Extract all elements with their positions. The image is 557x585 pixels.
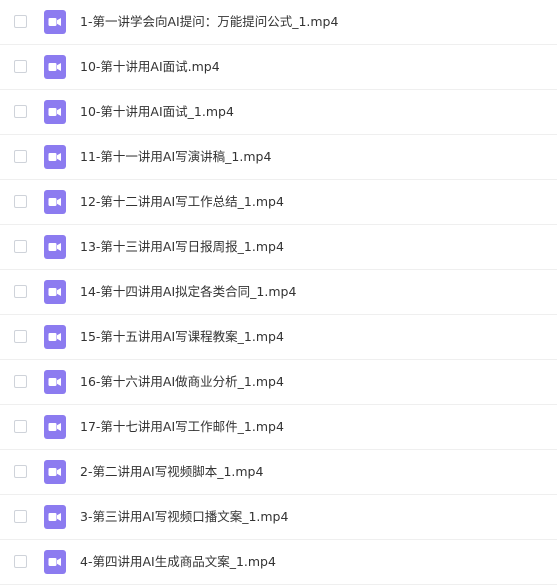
file-checkbox[interactable] xyxy=(14,15,27,28)
file-name[interactable]: 10-第十讲用AI面试.mp4 xyxy=(80,58,220,76)
file-name[interactable]: 14-第十四讲用AI拟定各类合同_1.mp4 xyxy=(80,283,296,301)
video-file-icon xyxy=(44,235,66,259)
file-name[interactable]: 4-第四讲用AI生成商品文案_1.mp4 xyxy=(80,553,276,571)
file-name[interactable]: 2-第二讲用AI写视频脚本_1.mp4 xyxy=(80,463,263,481)
file-checkbox[interactable] xyxy=(14,555,27,568)
file-row[interactable]: 12-第十二讲用AI写工作总结_1.mp4 xyxy=(0,180,557,225)
file-row[interactable]: 10-第十讲用AI面试.mp4 xyxy=(0,45,557,90)
file-name[interactable]: 16-第十六讲用AI做商业分析_1.mp4 xyxy=(80,373,284,391)
file-row[interactable]: 4-第四讲用AI生成商品文案_1.mp4 xyxy=(0,540,557,585)
video-file-icon xyxy=(44,550,66,574)
file-row[interactable]: 16-第十六讲用AI做商业分析_1.mp4 xyxy=(0,360,557,405)
file-name[interactable]: 12-第十二讲用AI写工作总结_1.mp4 xyxy=(80,193,284,211)
file-row[interactable]: 10-第十讲用AI面试_1.mp4 xyxy=(0,90,557,135)
file-row[interactable]: 2-第二讲用AI写视频脚本_1.mp4 xyxy=(0,450,557,495)
file-checkbox[interactable] xyxy=(14,195,27,208)
file-checkbox[interactable] xyxy=(14,285,27,298)
file-checkbox[interactable] xyxy=(14,240,27,253)
file-checkbox[interactable] xyxy=(14,375,27,388)
file-name[interactable]: 15-第十五讲用AI写课程教案_1.mp4 xyxy=(80,328,284,346)
file-name[interactable]: 1-第一讲学会向AI提问：万能提问公式_1.mp4 xyxy=(80,13,338,31)
video-file-icon xyxy=(44,325,66,349)
file-name[interactable]: 10-第十讲用AI面试_1.mp4 xyxy=(80,103,234,121)
file-checkbox[interactable] xyxy=(14,60,27,73)
file-checkbox[interactable] xyxy=(14,330,27,343)
video-file-icon xyxy=(44,280,66,304)
file-checkbox[interactable] xyxy=(14,105,27,118)
file-row[interactable]: 3-第三讲用AI写视频口播文案_1.mp4 xyxy=(0,495,557,540)
file-name[interactable]: 3-第三讲用AI写视频口播文案_1.mp4 xyxy=(80,508,288,526)
file-list: 1-第一讲学会向AI提问：万能提问公式_1.mp4 10-第十讲用AI面试.mp… xyxy=(0,0,557,585)
video-file-icon xyxy=(44,10,66,34)
video-file-icon xyxy=(44,55,66,79)
file-checkbox[interactable] xyxy=(14,420,27,433)
video-file-icon xyxy=(44,415,66,439)
video-file-icon xyxy=(44,100,66,124)
file-row[interactable]: 15-第十五讲用AI写课程教案_1.mp4 xyxy=(0,315,557,360)
file-row[interactable]: 13-第十三讲用AI写日报周报_1.mp4 xyxy=(0,225,557,270)
file-checkbox[interactable] xyxy=(14,510,27,523)
file-name[interactable]: 17-第十七讲用AI写工作邮件_1.mp4 xyxy=(80,418,284,436)
file-row[interactable]: 17-第十七讲用AI写工作邮件_1.mp4 xyxy=(0,405,557,450)
video-file-icon xyxy=(44,145,66,169)
file-name[interactable]: 11-第十一讲用AI写演讲稿_1.mp4 xyxy=(80,148,271,166)
video-file-icon xyxy=(44,190,66,214)
file-checkbox[interactable] xyxy=(14,150,27,163)
file-checkbox[interactable] xyxy=(14,465,27,478)
video-file-icon xyxy=(44,370,66,394)
video-file-icon xyxy=(44,505,66,529)
file-row[interactable]: 1-第一讲学会向AI提问：万能提问公式_1.mp4 xyxy=(0,0,557,45)
file-row[interactable]: 11-第十一讲用AI写演讲稿_1.mp4 xyxy=(0,135,557,180)
video-file-icon xyxy=(44,460,66,484)
file-name[interactable]: 13-第十三讲用AI写日报周报_1.mp4 xyxy=(80,238,284,256)
file-row[interactable]: 14-第十四讲用AI拟定各类合同_1.mp4 xyxy=(0,270,557,315)
